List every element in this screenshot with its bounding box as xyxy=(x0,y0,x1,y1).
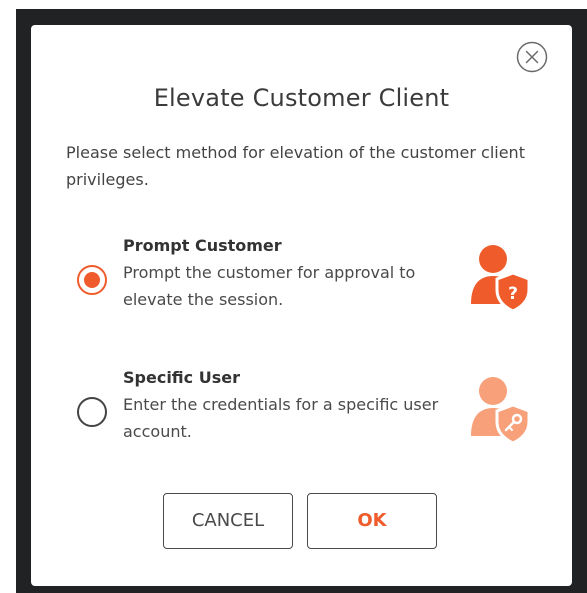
ok-button[interactable]: OK xyxy=(307,493,437,549)
option-specific-user[interactable]: Specific User Enter the credentials for … xyxy=(77,365,531,455)
option-text: Prompt Customer Prompt the customer for … xyxy=(123,233,453,313)
user-shield-question-icon: ? xyxy=(467,237,533,311)
elevate-dialog: Elevate Customer Client Please select me… xyxy=(31,25,572,586)
svg-text:?: ? xyxy=(508,284,518,304)
cancel-button[interactable]: CANCEL xyxy=(163,493,293,549)
option-title: Prompt Customer xyxy=(123,236,282,255)
radio-specific-user[interactable] xyxy=(77,397,107,427)
dialog-description: Please select method for elevation of th… xyxy=(66,143,525,189)
close-button[interactable] xyxy=(516,41,548,73)
close-circle-icon xyxy=(516,41,548,73)
option-description: Prompt the customer for approval to elev… xyxy=(123,263,416,309)
option-description: Enter the credentials for a specific use… xyxy=(123,395,439,441)
dialog-title: Elevate Customer Client xyxy=(153,84,450,112)
option-text: Specific User Enter the credentials for … xyxy=(123,365,453,445)
option-title: Specific User xyxy=(123,368,240,387)
option-prompt-customer[interactable]: Prompt Customer Prompt the customer for … xyxy=(77,233,531,323)
user-shield-key-icon xyxy=(467,369,533,443)
radio-prompt-customer[interactable] xyxy=(77,265,107,295)
